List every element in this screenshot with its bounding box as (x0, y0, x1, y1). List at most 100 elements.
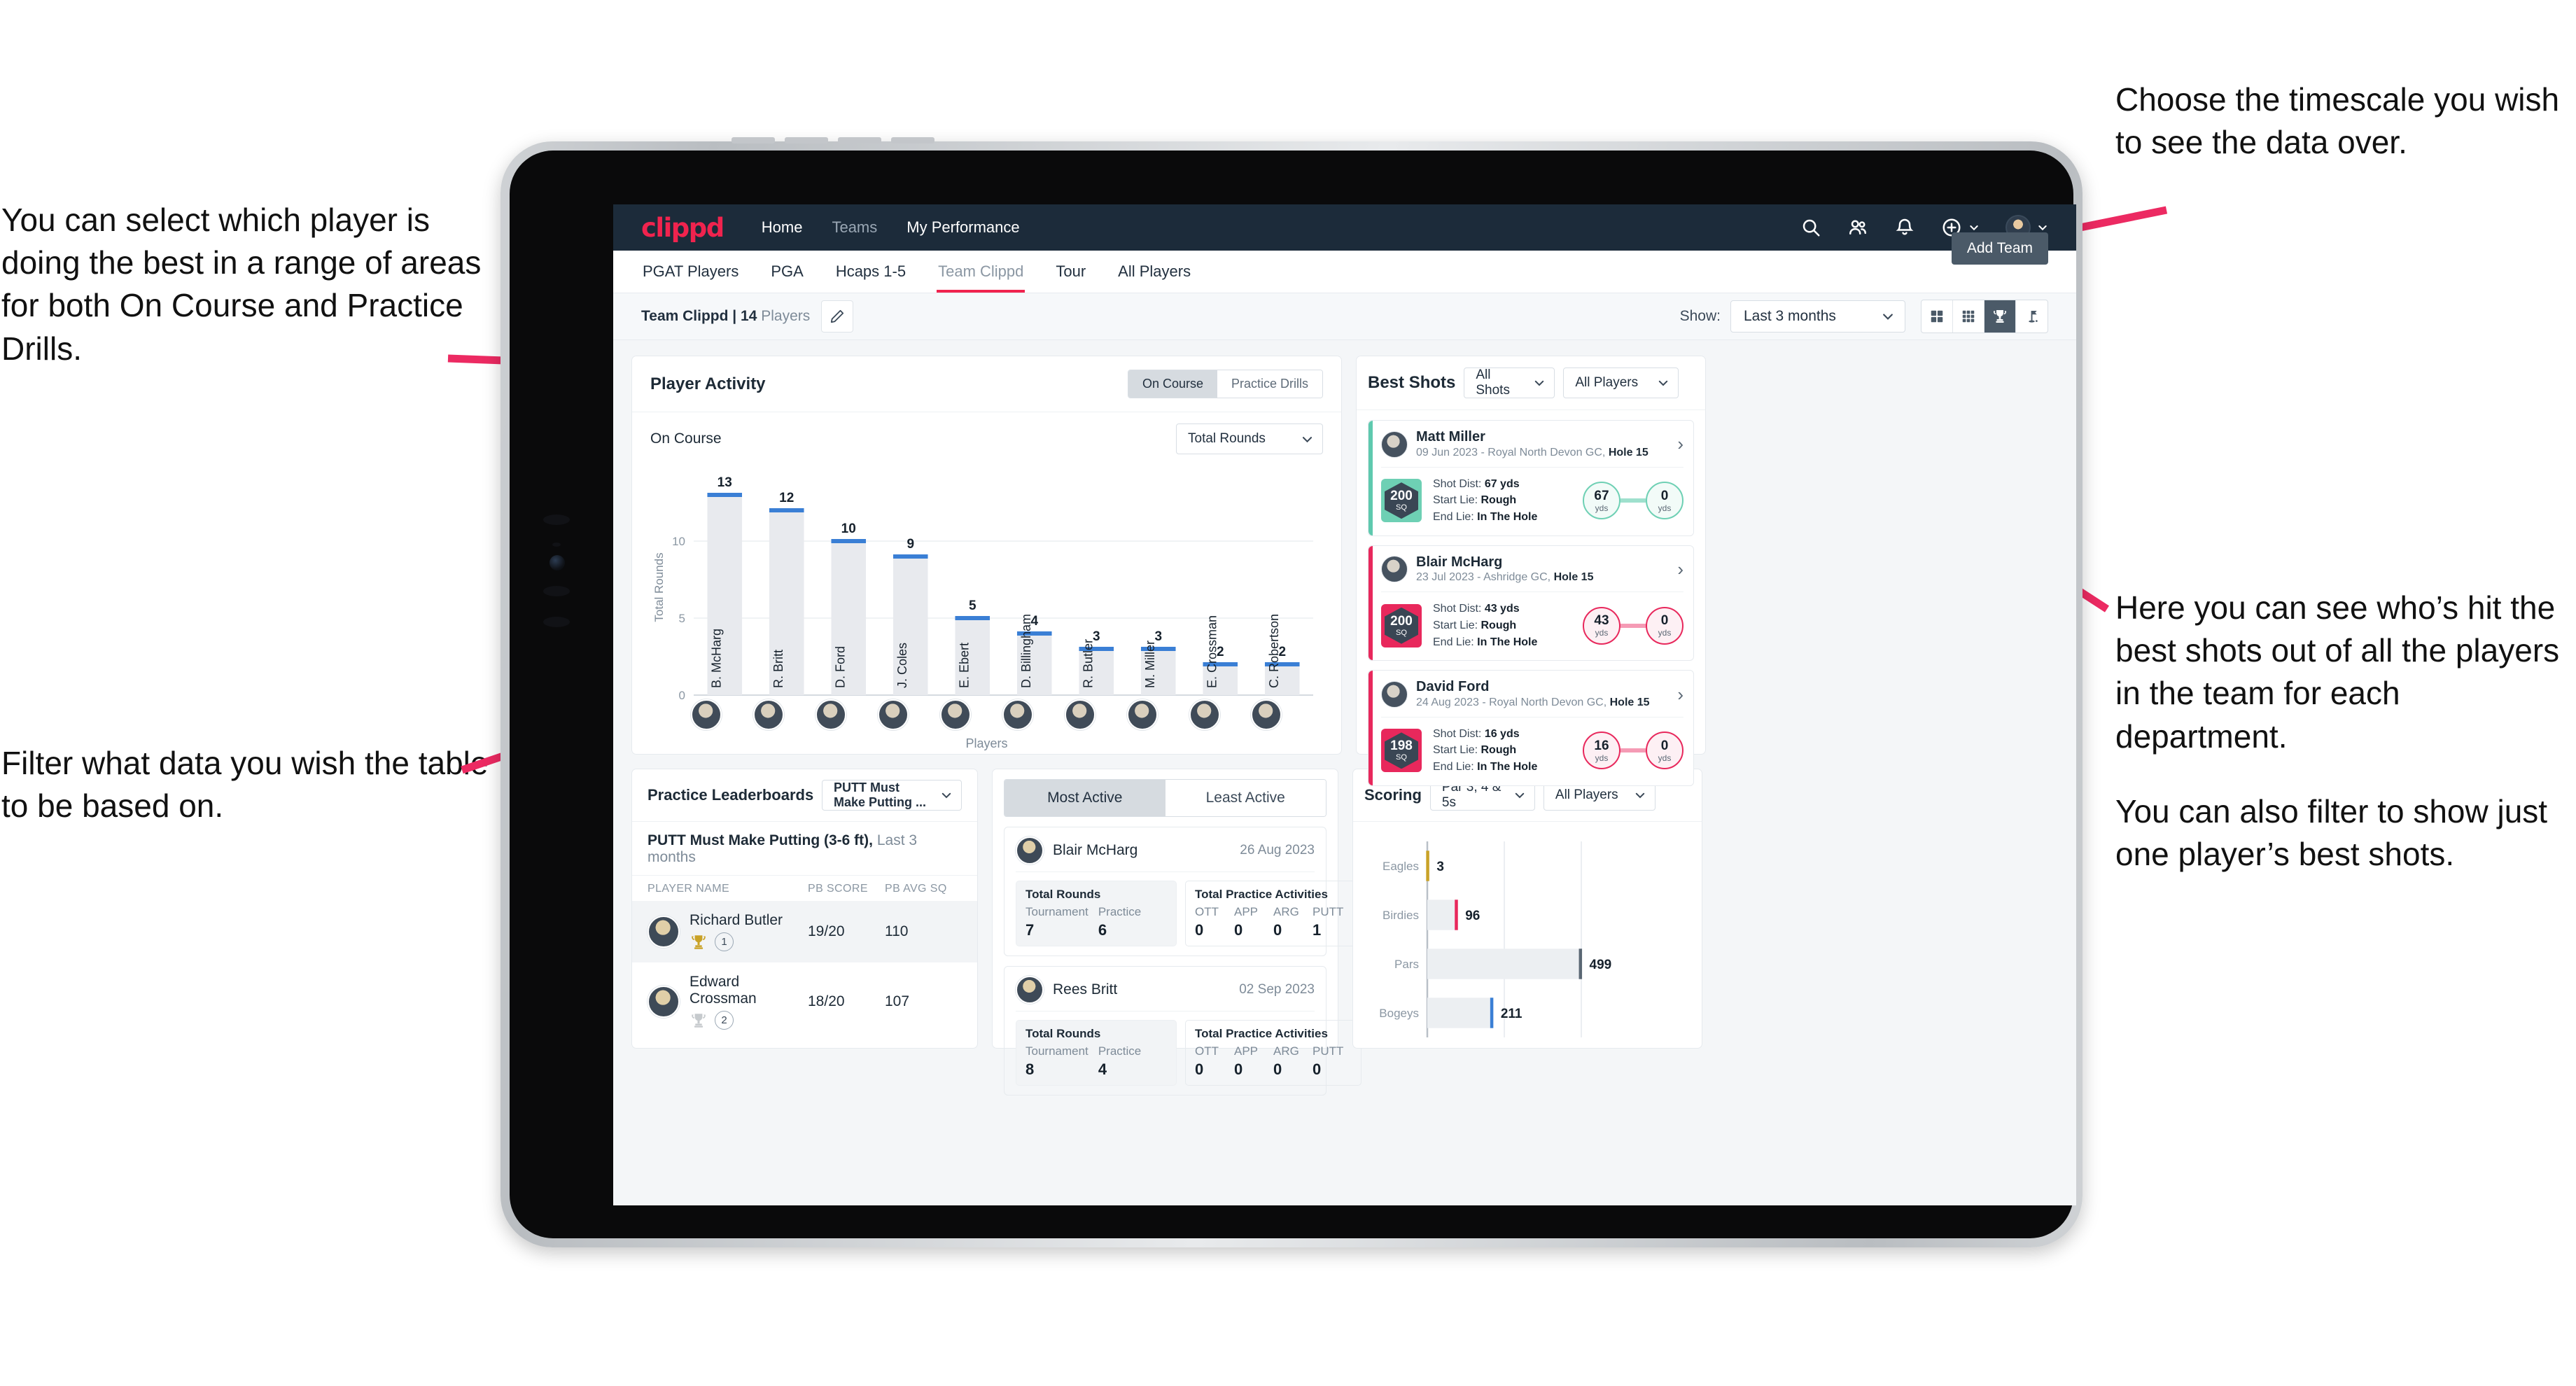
activity-player-card[interactable]: Blair McHarg 26 Aug 2023 Total Rounds To… (1004, 827, 1362, 956)
practice-leaderboards-subtitle: PUTT Must Make Putting (3-6 ft), Last 3 … (632, 822, 977, 876)
player-avatar[interactable] (753, 699, 785, 730)
view-golf-flag-button[interactable] (2016, 300, 2047, 332)
player-avatar[interactable] (816, 699, 847, 730)
avatar (1016, 976, 1044, 1004)
nav-link-teams[interactable]: Teams (832, 218, 877, 237)
leaderboard-player-cell: Richard Butler 1 (648, 912, 808, 951)
tournament-stat: Tournament 8 (1026, 1044, 1098, 1079)
toggle-practice-drills[interactable]: Practice Drills (1217, 370, 1322, 398)
drill-title: PUTT Must Make Putting (3-6 ft), (648, 832, 873, 848)
annotation-left-bottom: Filter what data you wish the table to b… (1, 742, 491, 827)
svg-text:3: 3 (1436, 860, 1444, 874)
edit-team-button[interactable] (821, 300, 854, 332)
best-shot-date-course: 09 Jun 2023 - Royal North Devon GC, (1416, 446, 1606, 458)
arg-value: 0 (1273, 1060, 1282, 1078)
player-avatar[interactable] (1002, 699, 1033, 730)
tournament-value: 7 (1026, 921, 1035, 939)
trophy-icon (692, 934, 706, 949)
best-shot-hole: Hole 15 (1553, 571, 1594, 584)
view-trophy-button[interactable] (1984, 300, 2016, 332)
tab-pgat-players[interactable]: PGAT Players (641, 251, 740, 293)
tab-most-active[interactable]: Most Active (1004, 780, 1166, 816)
players-filter-select[interactable]: All Players (1563, 368, 1679, 398)
chevron-down-icon (1970, 225, 1978, 231)
start-distance-value: 43 (1594, 613, 1609, 629)
timescale-select[interactable]: Last 3 months (1730, 300, 1905, 332)
shot-quality-badge: 200 SQ (1381, 603, 1422, 648)
best-shot-item[interactable]: Blair McHarg 23 Jul 2023 - Ashridge GC, … (1368, 545, 1694, 662)
people-icon[interactable] (1847, 217, 1868, 238)
total-rounds-box: Total Rounds Tournament 7 Practice 6 (1016, 881, 1177, 946)
tournament-label: Tournament (1026, 905, 1088, 918)
search-icon[interactable] (1800, 217, 1821, 238)
start-distance-unit: yds (1595, 628, 1609, 638)
best-shot-body: 200 SQ Shot Dist: 43 yds Start Lie: Roug… (1381, 592, 1684, 650)
putt-stat: PUTT 0 (1312, 1044, 1352, 1079)
best-shots-header: Best Shots All Shots All Players (1357, 356, 1705, 410)
best-shot-date-course: 23 Jul 2023 - Ashridge GC, (1416, 571, 1551, 584)
golf-flag-icon (2028, 311, 2038, 323)
table-row[interactable]: Richard Butler 1 19/20 110 (632, 901, 977, 962)
tab-all-players[interactable]: All Players (1116, 251, 1192, 293)
end-lie-label: End Lie: (1433, 510, 1474, 523)
column-pb-avg-sq: PB AVG SQ (885, 883, 947, 895)
shots-filter-select[interactable]: All Shots (1464, 368, 1555, 398)
dashboard-content: Player Activity On Course Practice Drill… (613, 340, 2076, 1096)
player-avatar[interactable] (1189, 699, 1220, 730)
player-avatar[interactable] (1251, 699, 1282, 730)
clippd-logo[interactable]: clippd (641, 213, 724, 243)
practice-leaderboards-header: Practice Leaderboards PUTT Must Make Put… (632, 769, 977, 822)
arg-label: ARG (1273, 905, 1299, 918)
trophy-icon (692, 1013, 706, 1028)
table-row[interactable]: Edward Crossman 2 18/20 107 (632, 962, 977, 1041)
best-shots-list: Matt Miller 09 Jun 2023 - Royal North De… (1357, 410, 1705, 796)
toggle-on-course[interactable]: On Course (1128, 370, 1217, 398)
best-shot-item[interactable]: Matt Miller 09 Jun 2023 - Royal North De… (1368, 420, 1694, 536)
start-lie-value: Rough (1480, 744, 1517, 757)
nav-link-home[interactable]: Home (762, 218, 803, 237)
player-avatar[interactable] (691, 699, 722, 730)
team-toolbar: Team Clippd | 14 Players Show: Last 3 mo… (613, 293, 2076, 340)
grid-3x3-icon (1962, 310, 1975, 323)
activity-player-name: Blair McHarg (1053, 842, 1138, 858)
bell-icon[interactable] (1894, 217, 1915, 238)
chevron-right-icon[interactable]: › (1677, 684, 1684, 706)
player-avatar[interactable] (1064, 699, 1096, 730)
total-rounds-title: Total Rounds (1026, 1027, 1101, 1040)
ott-value: 0 (1195, 1060, 1204, 1078)
drill-select[interactable]: PUTT Must Make Putting ... (822, 780, 962, 811)
drill-value: PUTT Must Make Putting ... (834, 780, 927, 809)
annotation-right-top: Choose the timescale you wish to see the… (2115, 78, 2563, 164)
scoring-chart-wrap: Eagles 3 Birdies 96 Pars 499 Bogeys 211 (1353, 822, 1702, 1042)
best-shot-body: 198 SQ Shot Dist: 16 yds Start Lie: Roug… (1381, 718, 1684, 776)
ott-value: 0 (1195, 921, 1204, 939)
tab-hcaps-1-5[interactable]: Hcaps 1-5 (834, 251, 907, 293)
view-grid-3x3-button[interactable] (1953, 300, 1984, 332)
tab-least-active[interactable]: Least Active (1165, 780, 1326, 816)
player-avatar[interactable] (940, 699, 971, 730)
nav-link-my-performance[interactable]: My Performance (906, 218, 1019, 237)
rank-badge: 1 (715, 932, 734, 951)
activity-player-card[interactable]: Rees Britt 02 Sep 2023 Total Rounds Tour… (1004, 966, 1362, 1096)
show-label: Show: (1679, 308, 1721, 324)
player-avatar[interactable] (1126, 699, 1158, 730)
leaderboard-column-headers: PLAYER NAME PB SCORE PB AVG SQ (632, 876, 977, 901)
tab-tour[interactable]: Tour (1054, 251, 1087, 293)
best-shots-title: Best Shots (1368, 373, 1456, 392)
avatar (1381, 430, 1408, 458)
tab-pga[interactable]: PGA (769, 251, 804, 293)
view-grid-2x2-button[interactable] (1921, 300, 1953, 332)
shot-quality-value: 200 (1390, 613, 1413, 629)
svg-text:12: 12 (779, 491, 794, 505)
chevron-right-icon[interactable]: › (1677, 433, 1684, 455)
chevron-right-icon[interactable]: › (1677, 559, 1684, 580)
tab-team-clippd[interactable]: Team Clippd (937, 251, 1026, 293)
distance-connector (1620, 623, 1646, 628)
leaderboard-player-cell: Edward Crossman 2 (648, 974, 808, 1030)
player-avatar[interactable] (878, 699, 909, 730)
metric-select[interactable]: Total Rounds (1176, 424, 1323, 454)
shot-distance-diagram: 43 yds 0 yds (1583, 606, 1684, 645)
team-name: Team Clippd (641, 308, 729, 324)
best-shot-item[interactable]: David Ford 24 Aug 2023 - Royal North Dev… (1368, 670, 1694, 786)
shot-end-distance: 0 yds (1646, 482, 1684, 520)
